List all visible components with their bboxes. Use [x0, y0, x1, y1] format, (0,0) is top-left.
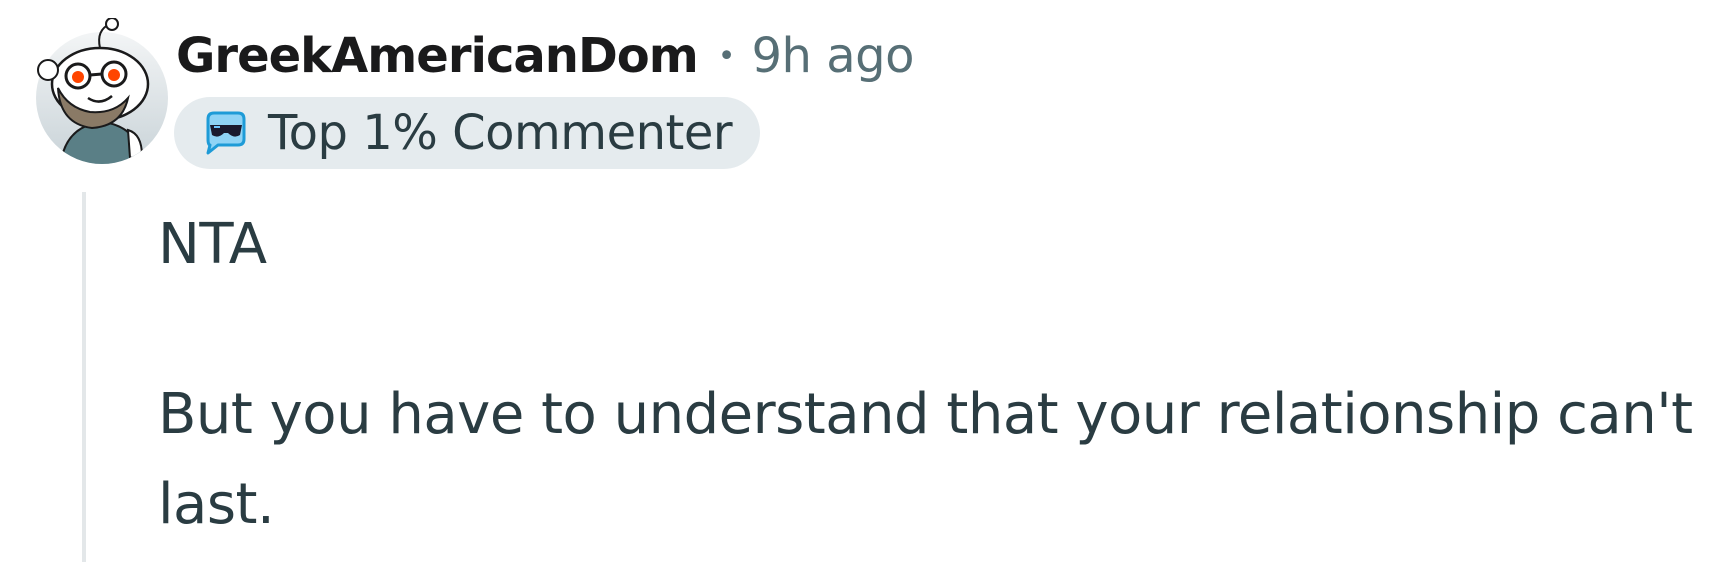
- comment-paragraph: But you have to understand that your rel…: [158, 382, 1693, 537]
- user-flair-badge: Top 1% Commenter: [174, 97, 761, 169]
- thread-collapse-line[interactable]: [82, 192, 86, 562]
- comment-header: GreekAmericanDom • 9h ago: [176, 28, 914, 84]
- author-username[interactable]: GreekAmericanDom: [176, 28, 699, 84]
- sunglasses-chat-icon: [206, 111, 246, 155]
- comment-timestamp[interactable]: 9h ago: [752, 28, 915, 84]
- comment-body: NTA But you have to understand that your…: [158, 200, 1718, 550]
- comment-paragraph: NTA: [158, 212, 267, 277]
- comment: GreekAmericanDom • 9h ago Top 1% Comment…: [0, 0, 1736, 562]
- meta-separator: •: [717, 38, 736, 74]
- snoo-avatar-icon: [36, 17, 168, 164]
- badge-label: Top 1% Commenter: [268, 105, 733, 161]
- avatar[interactable]: [30, 17, 176, 166]
